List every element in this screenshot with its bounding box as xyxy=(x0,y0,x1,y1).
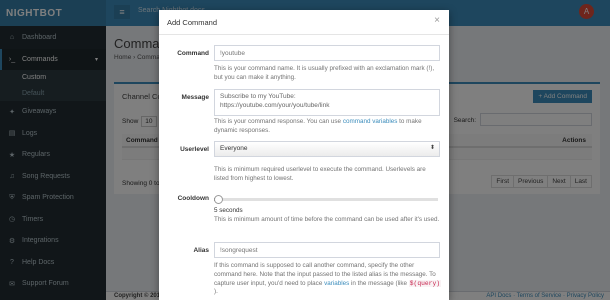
alias-help-end: ). xyxy=(214,288,218,296)
alias-help-middle: in the message (like xyxy=(349,279,409,287)
userlevel-help: This is minimum required userlevel to ex… xyxy=(214,166,426,182)
alias-help: If this command is supposed to call anot… xyxy=(214,262,442,297)
slider-handle[interactable] xyxy=(214,195,223,204)
close-icon[interactable]: × xyxy=(434,15,440,26)
command-name-input[interactable] xyxy=(214,45,440,61)
message-placeholder-line2: https://youtube.com/your/you/tube/link xyxy=(220,101,330,109)
alias-input[interactable] xyxy=(214,242,440,258)
alias-label: Alias xyxy=(193,247,209,254)
command-variables-link[interactable]: command variables xyxy=(343,118,398,125)
message-placeholder-line1: Subscribe to my YouTube: xyxy=(220,93,296,100)
add-command-modal: Add Command × Command This is your comma… xyxy=(159,10,449,300)
cooldown-slider[interactable] xyxy=(214,195,438,204)
cooldown-help: This is minimum amount of time before th… xyxy=(214,216,440,223)
message-help-text: This is your command response. You can u… xyxy=(214,118,343,125)
query-code: $(query) xyxy=(408,279,442,287)
select-arrows-icon: ⬍ xyxy=(429,145,435,151)
cooldown-label: Cooldown xyxy=(177,195,209,202)
userlevel-label: Userlevel xyxy=(180,146,209,153)
message-textarea[interactable]: Subscribe to my YouTube: https://youtube… xyxy=(214,89,440,116)
variables-link[interactable]: variables xyxy=(324,280,349,287)
command-help: This is your command name. It is usually… xyxy=(214,65,435,81)
message-label: Message xyxy=(181,94,209,101)
modal-title: Add Command xyxy=(167,18,218,27)
modal-header: Add Command × xyxy=(159,10,449,35)
userlevel-value: Everyone xyxy=(220,145,248,152)
message-help: This is your command response. You can u… xyxy=(214,118,442,136)
cooldown-value: 5 seconds xyxy=(214,207,243,214)
userlevel-select[interactable]: Everyone ⬍ xyxy=(214,141,440,157)
command-label: Command xyxy=(177,50,209,57)
